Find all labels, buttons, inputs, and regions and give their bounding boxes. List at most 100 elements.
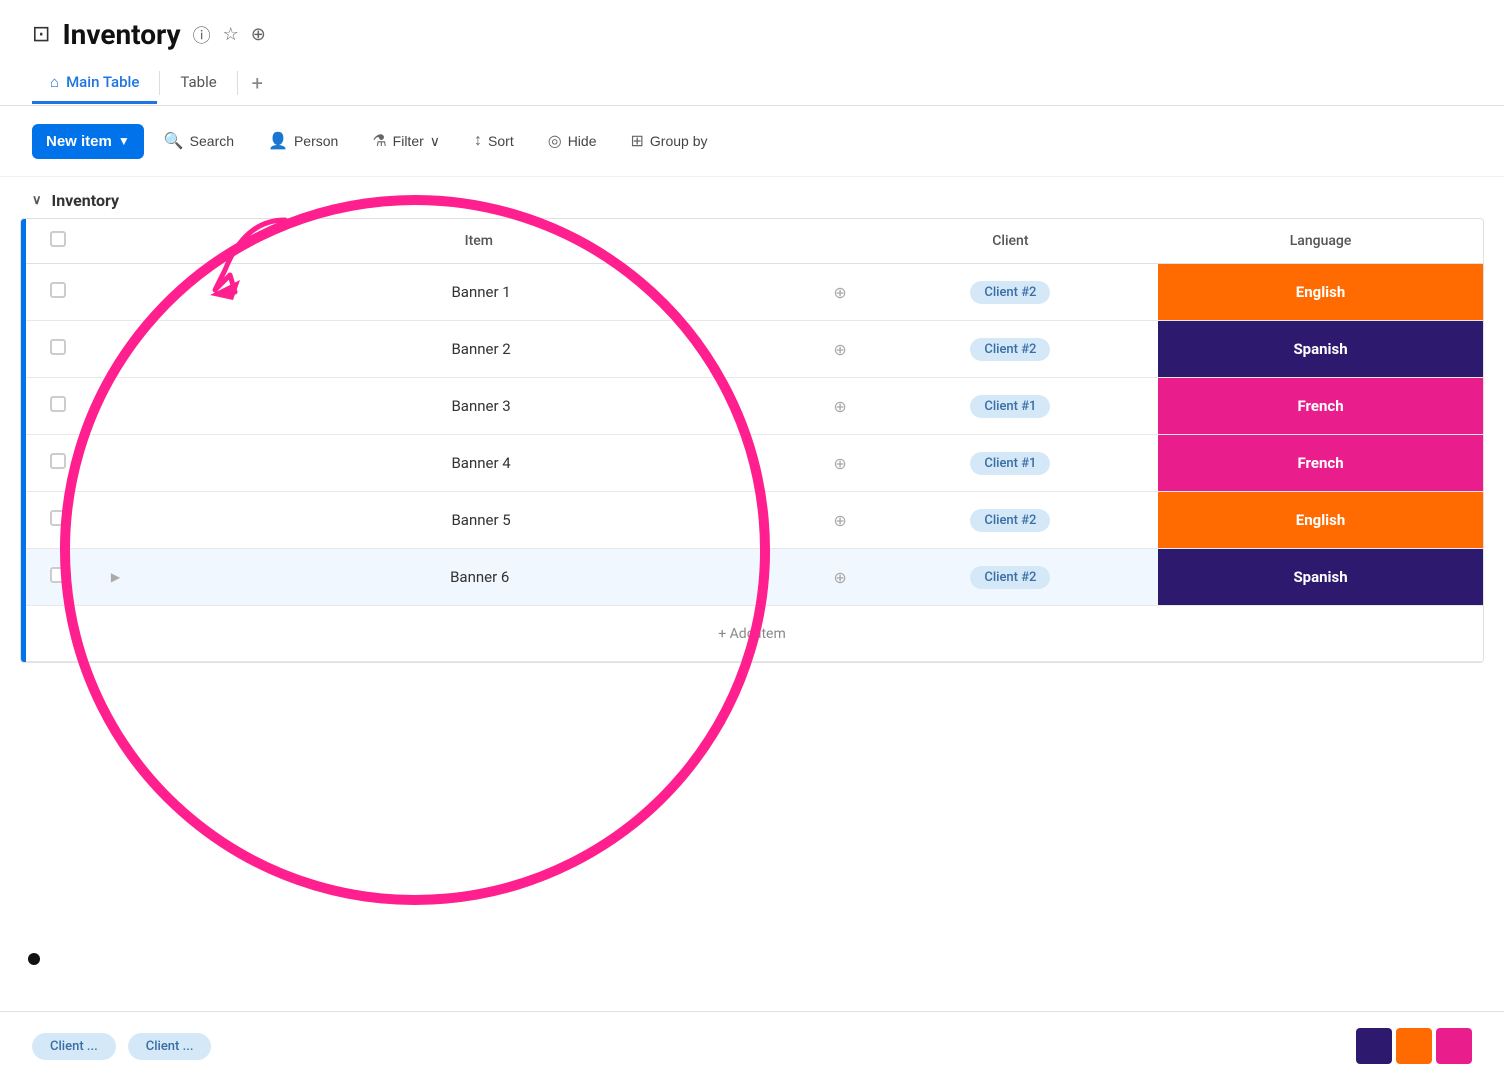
language-badge: English bbox=[1158, 264, 1483, 320]
app-icon: ⊡ bbox=[32, 22, 50, 47]
tab-table[interactable]: Table bbox=[162, 63, 234, 104]
cell-language: Spanish bbox=[1158, 321, 1483, 378]
person-label: Person bbox=[294, 133, 338, 149]
comment-icon[interactable]: ⊕ bbox=[833, 340, 846, 359]
cell-client: Client #1 bbox=[863, 435, 1158, 492]
cell-check bbox=[21, 378, 95, 435]
new-item-label: New item bbox=[46, 133, 112, 150]
col-header-language: Language bbox=[1158, 219, 1483, 264]
item-name: Banner 3 bbox=[129, 397, 834, 415]
group-chevron-icon[interactable]: ∨ bbox=[32, 193, 42, 208]
comment-icon[interactable]: ⊕ bbox=[833, 397, 846, 416]
row-checkbox[interactable] bbox=[50, 396, 66, 412]
client-badge: Client #1 bbox=[970, 395, 1050, 418]
table-row[interactable]: Banner 1⊕ Client #2 English bbox=[21, 264, 1483, 321]
row-checkbox[interactable] bbox=[50, 567, 66, 583]
search-button[interactable]: 🔍 Search bbox=[150, 122, 248, 160]
language-badge: Spanish bbox=[1158, 321, 1483, 377]
item-name: Banner 6 bbox=[126, 568, 833, 586]
filter-button[interactable]: ⚗ Filter ∨ bbox=[358, 122, 454, 160]
filter-chevron-icon: ∨ bbox=[430, 133, 440, 150]
swatch-orange bbox=[1396, 1028, 1432, 1064]
hide-button[interactable]: ◎ Hide bbox=[534, 122, 611, 160]
client-badge: Client #1 bbox=[970, 452, 1050, 475]
comment-icon[interactable]: ⊕ bbox=[833, 568, 846, 587]
row-checkbox[interactable] bbox=[50, 510, 66, 526]
language-badge: French bbox=[1158, 378, 1483, 434]
table-accent bbox=[21, 219, 26, 662]
person-button[interactable]: 👤 Person bbox=[254, 122, 352, 160]
search-icon: 🔍 bbox=[164, 131, 184, 151]
app-title: Inventory bbox=[62, 18, 180, 51]
client-badge: Client #2 bbox=[970, 566, 1050, 589]
cell-item: ▶ Banner 6⊕ bbox=[95, 549, 863, 606]
bottom-client2-badge: Client ... bbox=[128, 1033, 212, 1060]
search-label: Search bbox=[190, 133, 234, 149]
table-row[interactable]: Banner 4⊕ Client #1 French bbox=[21, 435, 1483, 492]
client-badge: Client #2 bbox=[970, 281, 1050, 304]
cell-language: Spanish bbox=[1158, 549, 1483, 606]
tab-divider bbox=[159, 71, 160, 95]
sort-button[interactable]: ↕ Sort bbox=[460, 123, 528, 159]
row-expand-icon[interactable]: ▶ bbox=[111, 570, 120, 584]
sort-icon: ↕ bbox=[474, 132, 482, 150]
item-name: Banner 5 bbox=[129, 511, 834, 529]
tab-add-button[interactable]: + bbox=[240, 61, 275, 105]
cell-item: Banner 1⊕ bbox=[95, 264, 863, 321]
info-icon[interactable]: ⓘ bbox=[193, 22, 211, 48]
cell-item: Banner 2⊕ bbox=[95, 321, 863, 378]
home-icon: ⌂ bbox=[50, 73, 59, 91]
group-icon: ⊞ bbox=[630, 131, 643, 151]
cell-check bbox=[21, 264, 95, 321]
cell-client: Client #2 bbox=[863, 264, 1158, 321]
swatch-purple bbox=[1356, 1028, 1392, 1064]
cell-client: Client #2 bbox=[863, 321, 1158, 378]
client-badge: Client #2 bbox=[970, 338, 1050, 361]
hide-icon: ◎ bbox=[548, 131, 562, 151]
item-name: Banner 4 bbox=[129, 454, 834, 472]
table-row[interactable]: Banner 2⊕ Client #2 Spanish bbox=[21, 321, 1483, 378]
item-name: Banner 1 bbox=[129, 283, 834, 301]
cell-check bbox=[21, 492, 95, 549]
table-row[interactable]: ▶ Banner 6⊕ Client #2 Spanish bbox=[21, 549, 1483, 606]
comment-icon[interactable]: ⊕ bbox=[833, 511, 846, 530]
tabs-bar: ⌂ Main Table Table + bbox=[0, 61, 1504, 106]
cell-language: French bbox=[1158, 435, 1483, 492]
row-checkbox[interactable] bbox=[50, 453, 66, 469]
add-item-row[interactable]: + Add item bbox=[21, 606, 1483, 662]
row-checkbox[interactable] bbox=[50, 282, 66, 298]
col-header-item: Item bbox=[95, 219, 863, 264]
item-name: Banner 2 bbox=[129, 340, 834, 358]
cell-client: Client #2 bbox=[863, 492, 1158, 549]
chevron-down-icon: ▼ bbox=[118, 134, 130, 148]
star-icon[interactable]: ☆ bbox=[223, 24, 239, 45]
add-circle-icon[interactable]: ⊕ bbox=[251, 24, 266, 45]
comment-icon[interactable]: ⊕ bbox=[833, 454, 846, 473]
cell-language: English bbox=[1158, 264, 1483, 321]
group-by-button[interactable]: ⊞ Group by bbox=[616, 122, 721, 160]
header-checkbox[interactable] bbox=[50, 231, 66, 247]
table-row[interactable]: Banner 3⊕ Client #1 French bbox=[21, 378, 1483, 435]
app-header: ⊡ Inventory ⓘ ☆ ⊕ bbox=[0, 0, 1504, 61]
language-badge: French bbox=[1158, 435, 1483, 491]
cell-language: French bbox=[1158, 378, 1483, 435]
tab-main-table[interactable]: ⌂ Main Table bbox=[32, 63, 157, 104]
cell-item: Banner 5⊕ bbox=[95, 492, 863, 549]
cell-language: English bbox=[1158, 492, 1483, 549]
group-by-label: Group by bbox=[650, 133, 708, 149]
comment-icon[interactable]: ⊕ bbox=[833, 283, 846, 302]
swatch-pink bbox=[1436, 1028, 1472, 1064]
group-name: Inventory bbox=[52, 191, 120, 210]
group-header: ∨ Inventory bbox=[0, 177, 1504, 218]
dot-annotation bbox=[28, 953, 40, 965]
row-checkbox[interactable] bbox=[50, 339, 66, 355]
bottom-bar: Client ... Client ... bbox=[0, 1011, 1504, 1080]
cell-check bbox=[21, 321, 95, 378]
add-item-cell[interactable]: + Add item bbox=[21, 606, 1483, 662]
filter-label: Filter bbox=[393, 133, 424, 149]
inventory-table: Item Client Language Banner 1⊕Client #2E… bbox=[20, 218, 1484, 663]
new-item-button[interactable]: New item ▼ bbox=[32, 124, 144, 159]
sort-label: Sort bbox=[488, 133, 514, 149]
table-row[interactable]: Banner 5⊕Client #2English bbox=[21, 492, 1483, 549]
col-header-client: Client bbox=[863, 219, 1158, 264]
